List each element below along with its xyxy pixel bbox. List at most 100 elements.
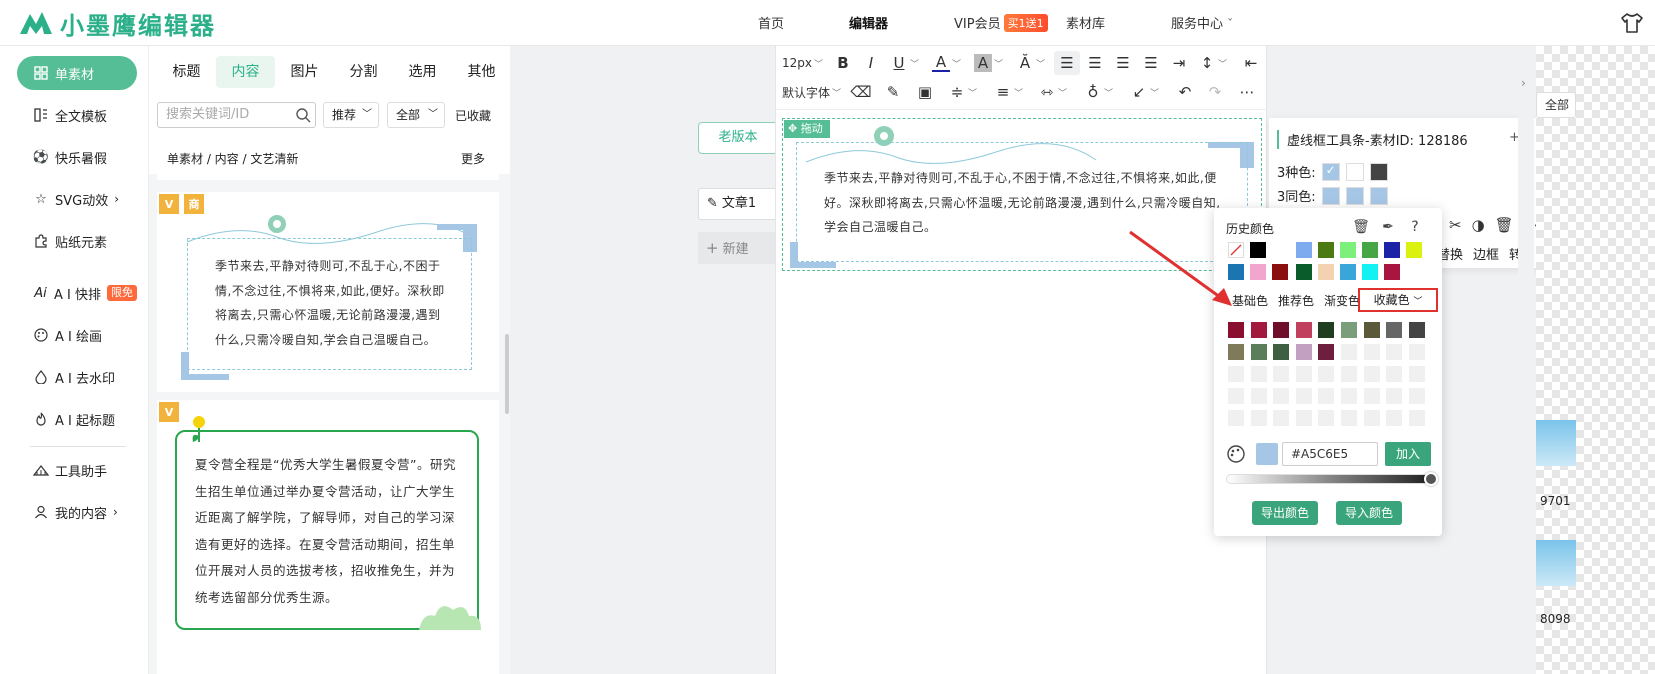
empty-swatch-slot[interactable] bbox=[1386, 410, 1403, 426]
arrow-button[interactable]: ↙ ﹀ bbox=[1130, 80, 1159, 104]
empty-swatch-slot[interactable] bbox=[1318, 388, 1335, 404]
empty-swatch-slot[interactable] bbox=[1363, 366, 1380, 382]
nav-home[interactable]: 首页 bbox=[758, 13, 784, 32]
favorite-swatch[interactable] bbox=[1250, 322, 1267, 338]
sidebar-item-ai-watermark[interactable]: A I 去水印 bbox=[17, 360, 137, 394]
preview-thumb[interactable] bbox=[1536, 540, 1576, 586]
paragraph-button[interactable]: ≡ ﹀ bbox=[994, 80, 1023, 104]
align-left-button[interactable]: ☰ bbox=[1054, 51, 1080, 75]
favorite-swatch[interactable] bbox=[1318, 344, 1335, 360]
color-swatch[interactable] bbox=[1369, 162, 1388, 181]
history-swatch[interactable] bbox=[1384, 242, 1400, 258]
tab-image[interactable]: 图片 bbox=[275, 56, 334, 88]
trash-icon[interactable]: 🗑 bbox=[1352, 218, 1370, 236]
tab-title[interactable]: 标题 bbox=[157, 56, 216, 88]
history-swatch[interactable] bbox=[1384, 264, 1400, 280]
empty-swatch-slot[interactable] bbox=[1363, 388, 1380, 404]
justify-button[interactable]: ☰ bbox=[1142, 51, 1160, 75]
empty-swatch-slot[interactable] bbox=[1250, 410, 1267, 426]
content-text[interactable]: 季节来去,平静对待则可,不乱于心,不困于情,不念过往,不惧将来,如此,便好。深秋… bbox=[824, 166, 1224, 240]
bold-button[interactable]: B bbox=[834, 51, 852, 75]
format-brush-button[interactable]: ✎ bbox=[884, 80, 902, 104]
history-swatch[interactable] bbox=[1296, 242, 1312, 258]
eyedropper-icon[interactable]: ✒ bbox=[1379, 218, 1397, 236]
favorite-swatch[interactable] bbox=[1386, 322, 1403, 338]
nav-vip[interactable]: VIP会员 买1送1 bbox=[954, 13, 1048, 32]
history-swatch[interactable] bbox=[1340, 242, 1356, 258]
underline-button[interactable]: U ﹀ bbox=[890, 51, 920, 75]
empty-swatch-slot[interactable] bbox=[1363, 410, 1380, 426]
empty-swatch-slot[interactable] bbox=[1318, 366, 1335, 382]
empty-swatch-slot[interactable] bbox=[1408, 410, 1425, 426]
sort-select[interactable]: 推荐 ﹀ bbox=[323, 102, 379, 128]
bulb-button[interactable]: ♁ ﹀ bbox=[1084, 80, 1114, 104]
tab-favorite-colors[interactable]: 收藏色 ﹀ bbox=[1358, 288, 1438, 312]
slider-handle[interactable] bbox=[1424, 472, 1438, 486]
empty-swatch-slot[interactable] bbox=[1318, 410, 1335, 426]
history-swatch[interactable] bbox=[1362, 242, 1378, 258]
empty-swatch-slot[interactable] bbox=[1408, 388, 1425, 404]
empty-swatch-slot[interactable] bbox=[1363, 344, 1380, 360]
empty-swatch-slot[interactable] bbox=[1408, 344, 1425, 360]
palette-icon[interactable] bbox=[1226, 444, 1246, 464]
history-swatch[interactable] bbox=[1272, 242, 1288, 258]
favorite-swatch[interactable] bbox=[1318, 322, 1335, 338]
sidebar-item-ai-paint[interactable]: A I 绘画 bbox=[17, 318, 137, 352]
empty-swatch-slot[interactable] bbox=[1295, 388, 1312, 404]
history-swatch[interactable] bbox=[1340, 264, 1356, 280]
highlight-button[interactable]: A ﹀ bbox=[974, 51, 1003, 75]
favorite-swatch[interactable] bbox=[1295, 344, 1312, 360]
more-link[interactable]: 更多 bbox=[461, 150, 485, 167]
sidebar-item-summer[interactable]: ⚽ 快乐暑假 bbox=[17, 140, 137, 174]
image-button[interactable]: ▣ bbox=[916, 80, 934, 104]
empty-swatch-slot[interactable] bbox=[1228, 366, 1244, 382]
import-colors-button[interactable]: 导入颜色 bbox=[1336, 501, 1402, 525]
empty-swatch-slot[interactable] bbox=[1408, 366, 1425, 382]
empty-swatch-slot[interactable] bbox=[1341, 344, 1357, 360]
more-button[interactable]: ⋯ bbox=[1238, 80, 1256, 104]
sidebar-item-ai-layout[interactable]: Ai A I 快排 限免 bbox=[17, 276, 137, 310]
tab-gradient-colors[interactable]: 渐变色 bbox=[1324, 292, 1360, 309]
favorite-swatch[interactable] bbox=[1250, 344, 1267, 360]
search-icon[interactable] bbox=[295, 107, 311, 123]
search-input[interactable]: 搜索关键词/ID bbox=[157, 102, 316, 128]
history-swatch[interactable] bbox=[1318, 264, 1334, 280]
sidebar-item-full-template[interactable]: 全文模板 bbox=[17, 98, 137, 132]
line-height-button[interactable]: ↕ ﹀ bbox=[1198, 51, 1227, 75]
font-color-button[interactable]: A ﹀ bbox=[932, 51, 961, 75]
nav-materials[interactable]: 素材库 bbox=[1066, 13, 1105, 32]
add-color-button[interactable]: 加入 bbox=[1385, 442, 1431, 466]
material-card[interactable]: V 夏令营全程是“优秀大学生暑假夏令营”。研究生招生单位通过举办夏令营活动，让广… bbox=[157, 400, 499, 674]
scissors-icon[interactable]: ✂ bbox=[1449, 216, 1462, 234]
trash-icon[interactable]: 🗑 bbox=[1495, 216, 1514, 234]
history-swatch[interactable] bbox=[1362, 264, 1378, 280]
empty-swatch-slot[interactable] bbox=[1273, 366, 1290, 382]
sidebar-item-tools[interactable]: 工具助手 bbox=[17, 453, 137, 487]
tab-content[interactable]: 内容 bbox=[216, 56, 275, 88]
contrast-icon[interactable]: ◑ bbox=[1472, 216, 1485, 234]
favorite-swatch[interactable] bbox=[1228, 322, 1244, 338]
empty-swatch-slot[interactable] bbox=[1386, 366, 1403, 382]
empty-swatch-slot[interactable] bbox=[1250, 366, 1267, 382]
filter-select[interactable]: 全部 ﹀ bbox=[387, 102, 445, 128]
empty-swatch-slot[interactable] bbox=[1386, 344, 1403, 360]
sidebar-item-svg[interactable]: ☆ SVG动效 › bbox=[17, 182, 137, 216]
hex-color-input[interactable]: #A5C6E5 bbox=[1282, 442, 1378, 466]
nav-service[interactable]: 服务中心 ˇ bbox=[1171, 13, 1233, 32]
color-swatch[interactable] bbox=[1345, 162, 1364, 181]
eraser-button[interactable]: ⌫ bbox=[850, 80, 871, 104]
document-tab[interactable]: ✎ 文章1 bbox=[698, 188, 778, 220]
empty-swatch-slot[interactable] bbox=[1273, 388, 1290, 404]
old-version-button[interactable]: 老版本 bbox=[698, 122, 778, 154]
empty-swatch-slot[interactable] bbox=[1228, 410, 1244, 426]
border-op[interactable]: 边框 bbox=[1473, 244, 1499, 263]
history-swatch[interactable] bbox=[1406, 242, 1422, 258]
export-colors-button[interactable]: 导出颜色 bbox=[1252, 501, 1318, 525]
tab-selected[interactable]: 选用 bbox=[393, 56, 452, 88]
collected-toggle[interactable]: 已收藏 bbox=[455, 107, 491, 124]
color-swatch[interactable] bbox=[1369, 186, 1388, 205]
tab-divider[interactable]: 分割 bbox=[334, 56, 393, 88]
align-center-button[interactable]: ☰ bbox=[1086, 51, 1104, 75]
preview-thumb[interactable] bbox=[1536, 420, 1576, 466]
sidebar-item-single-material[interactable]: 单素材 bbox=[17, 56, 137, 90]
